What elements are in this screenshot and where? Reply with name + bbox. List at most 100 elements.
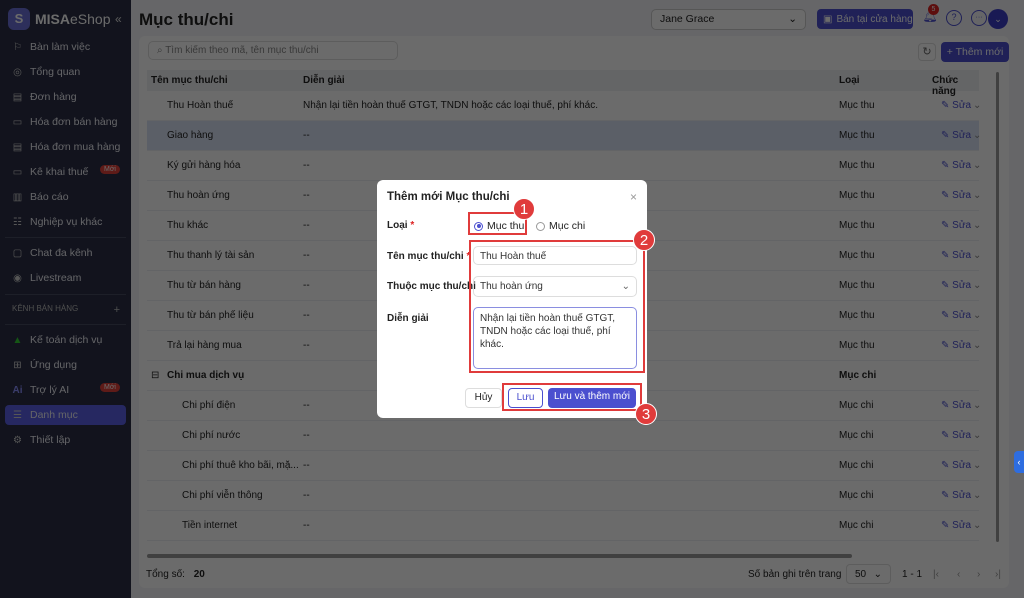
- highlight-box-3: [502, 383, 642, 411]
- horizontal-scrollbar[interactable]: [147, 554, 852, 558]
- annotation-number-2: 2: [633, 229, 655, 251]
- sidebar-item-accounting[interactable]: ▲ Kế toán dịch vụ: [5, 330, 126, 350]
- row-menu-chevron-icon[interactable]: ⌄: [973, 130, 981, 141]
- radio-expense[interactable]: Mục chi: [536, 220, 585, 232]
- edit-button[interactable]: ✎ Sửa: [941, 520, 971, 531]
- row-menu-chevron-icon[interactable]: ⌄: [973, 520, 981, 531]
- edit-button[interactable]: ✎ Sửa: [941, 160, 971, 171]
- user-select[interactable]: Jane Grace ⌄: [651, 9, 806, 30]
- edit-button[interactable]: ✎ Sửa: [941, 280, 971, 291]
- edit-button[interactable]: ✎ Sửa: [941, 400, 971, 411]
- row-name: Tiền internet: [182, 520, 238, 531]
- catalog-icon: ☰: [13, 409, 22, 421]
- collapse-sidebar-button[interactable]: «: [115, 12, 122, 26]
- sidebar-item-label: Danh mục: [30, 409, 78, 421]
- more-icon[interactable]: ···: [971, 10, 987, 26]
- row-menu-chevron-icon[interactable]: ⌄: [973, 430, 981, 441]
- table-row[interactable]: Chi phí thuê kho bãi, mặ... -- Mục chi ✎ Sử…: [147, 451, 981, 481]
- help-icon[interactable]: ?: [946, 10, 962, 26]
- sidebar-item-reports[interactable]: ▥ Báo cáo: [5, 187, 126, 207]
- sidebar-item-purchase-invoice[interactable]: ▤ Hóa đơn mua hàng: [5, 137, 126, 157]
- edit-button[interactable]: ✎ Sửa: [941, 190, 971, 201]
- next-page-button[interactable]: ›: [977, 569, 980, 580]
- sidebar-item-catalog[interactable]: ☰ Danh mục: [5, 405, 126, 425]
- row-menu-chevron-icon[interactable]: ⌄: [973, 280, 981, 291]
- sidebar: S MISAeShop « ⚐ Bàn làm việc ◎ Tổng quan ▤ Đơ…: [0, 0, 131, 598]
- row-type: Mục chi: [839, 460, 874, 471]
- sidebar-item-orders[interactable]: ▤ Đơn hàng: [5, 87, 126, 107]
- other-ops-icon: ☷: [13, 216, 22, 228]
- per-page-select[interactable]: 50 ⌄: [846, 564, 891, 584]
- sidebar-item-chat[interactable]: ▢ Chat đa kênh: [5, 243, 126, 263]
- row-menu-chevron-icon[interactable]: ⌄: [973, 190, 981, 201]
- add-channel-button[interactable]: +: [114, 304, 120, 316]
- column-header-description[interactable]: Diễn giải: [303, 75, 345, 86]
- settings-icon: ⚙: [13, 434, 22, 446]
- edit-button[interactable]: ✎ Sửa: [941, 250, 971, 261]
- description-label: Diễn giải: [387, 313, 429, 324]
- cancel-button[interactable]: Hủy: [465, 388, 502, 408]
- sidebar-item-overview[interactable]: ◎ Tổng quan: [5, 62, 126, 82]
- row-type: Mục chi: [839, 520, 874, 531]
- column-header-name[interactable]: Tên mục thu/chi: [151, 75, 228, 86]
- sidebar-item-livestream[interactable]: ◉ Livestream: [5, 268, 126, 288]
- sidebar-item-ai-assistant[interactable]: Ai Trợ lý AI Mới: [5, 380, 126, 400]
- last-page-button[interactable]: ›|: [995, 569, 1001, 580]
- table-row[interactable]: Tiền internet -- Mục chi ✎ Sửa ⌄: [147, 511, 981, 541]
- side-panel-toggle[interactable]: ‹: [1014, 451, 1024, 473]
- sidebar-item-desk[interactable]: ⚐ Bàn làm việc: [5, 37, 126, 57]
- parent-label: Thuộc mục thu/chi: [387, 281, 476, 292]
- refresh-button[interactable]: ↻: [918, 43, 936, 61]
- table-row[interactable]: Ký gửi hàng hóa -- Mục thu ✎ Sửa ⌄: [147, 151, 981, 181]
- section-label: KÊNH BÁN HÀNG: [12, 304, 79, 313]
- edit-button[interactable]: ✎ Sửa: [941, 310, 971, 321]
- row-type: Mục thu: [839, 100, 875, 111]
- avatar[interactable]: ⌄: [988, 9, 1008, 29]
- edit-button[interactable]: ✎ Sửa: [941, 430, 971, 441]
- row-menu-chevron-icon[interactable]: ⌄: [973, 250, 981, 261]
- vertical-scrollbar[interactable]: [996, 72, 999, 542]
- collapse-group-icon[interactable]: ⊟: [151, 370, 159, 381]
- add-new-button[interactable]: + Thêm mới: [941, 42, 1009, 62]
- row-menu-chevron-icon[interactable]: ⌄: [973, 160, 981, 171]
- row-menu-chevron-icon[interactable]: ⌄: [973, 340, 981, 351]
- edit-button[interactable]: ✎ Sửa: [941, 130, 971, 141]
- row-description: --: [303, 220, 310, 231]
- edit-button[interactable]: ✎ Sửa: [941, 490, 971, 501]
- edit-button[interactable]: ✎ Sửa: [941, 340, 971, 351]
- sidebar-item-label: Ứng dụng: [30, 359, 77, 371]
- table-row[interactable]: Thu Hoàn thuế Nhận lại tiền hoàn thuế GTG…: [147, 91, 981, 121]
- table-row[interactable]: Chi phí nước -- Mục chi ✎ Sửa ⌄: [147, 421, 981, 451]
- row-menu-chevron-icon[interactable]: ⌄: [973, 460, 981, 471]
- sidebar-item-other-ops[interactable]: ☷ Nghiệp vụ khác: [5, 212, 126, 232]
- prev-page-button[interactable]: ‹: [957, 569, 960, 580]
- column-header-type[interactable]: Loại: [839, 75, 860, 86]
- sidebar-item-settings[interactable]: ⚙ Thiết lập: [5, 430, 126, 450]
- table-row[interactable]: Giao hàng -- Mục thu ✎ Sửa ⌄: [147, 121, 981, 151]
- edit-button[interactable]: ✎ Sửa: [941, 220, 971, 231]
- first-page-button[interactable]: |‹: [933, 569, 939, 580]
- edit-button[interactable]: ✎ Sửa: [941, 460, 971, 471]
- sidebar-item-sales-invoice[interactable]: ▭ Hóa đơn bán hàng: [5, 112, 126, 132]
- row-type: Mục chi: [839, 400, 874, 411]
- row-menu-chevron-icon[interactable]: ⌄: [973, 490, 981, 501]
- table-row[interactable]: Chi phí viễn thông -- Mục chi ✎ Sửa ⌄: [147, 481, 981, 511]
- sidebar-item-apps[interactable]: ⊞ Ứng dụng: [5, 355, 126, 375]
- page-range: 1 - 1: [902, 569, 923, 580]
- required-marker: *: [410, 220, 415, 231]
- sidebar-item-label: Hóa đơn mua hàng: [30, 141, 121, 153]
- row-menu-chevron-icon[interactable]: ⌄: [973, 220, 981, 231]
- sidebar-item-tax[interactable]: ▭ Kê khai thuế Mới: [5, 162, 126, 182]
- row-menu-chevron-icon[interactable]: ⌄: [973, 100, 981, 111]
- new-badge: Mới: [100, 383, 120, 392]
- sidebar-item-label: Tổng quan: [30, 66, 81, 78]
- logo[interactable]: S MISAeShop: [8, 8, 110, 30]
- search-input[interactable]: ⌕ Tìm kiếm theo mã, tên mục thu/chi: [148, 41, 398, 60]
- row-description: --: [303, 340, 310, 351]
- edit-button[interactable]: ✎ Sửa: [941, 100, 971, 111]
- sell-in-store-button[interactable]: ▣ Bán tại cửa hàng: [817, 9, 913, 29]
- row-type: Mục thu: [839, 160, 875, 171]
- row-menu-chevron-icon[interactable]: ⌄: [973, 310, 981, 321]
- close-icon[interactable]: ×: [630, 190, 637, 204]
- row-menu-chevron-icon[interactable]: ⌄: [973, 400, 981, 411]
